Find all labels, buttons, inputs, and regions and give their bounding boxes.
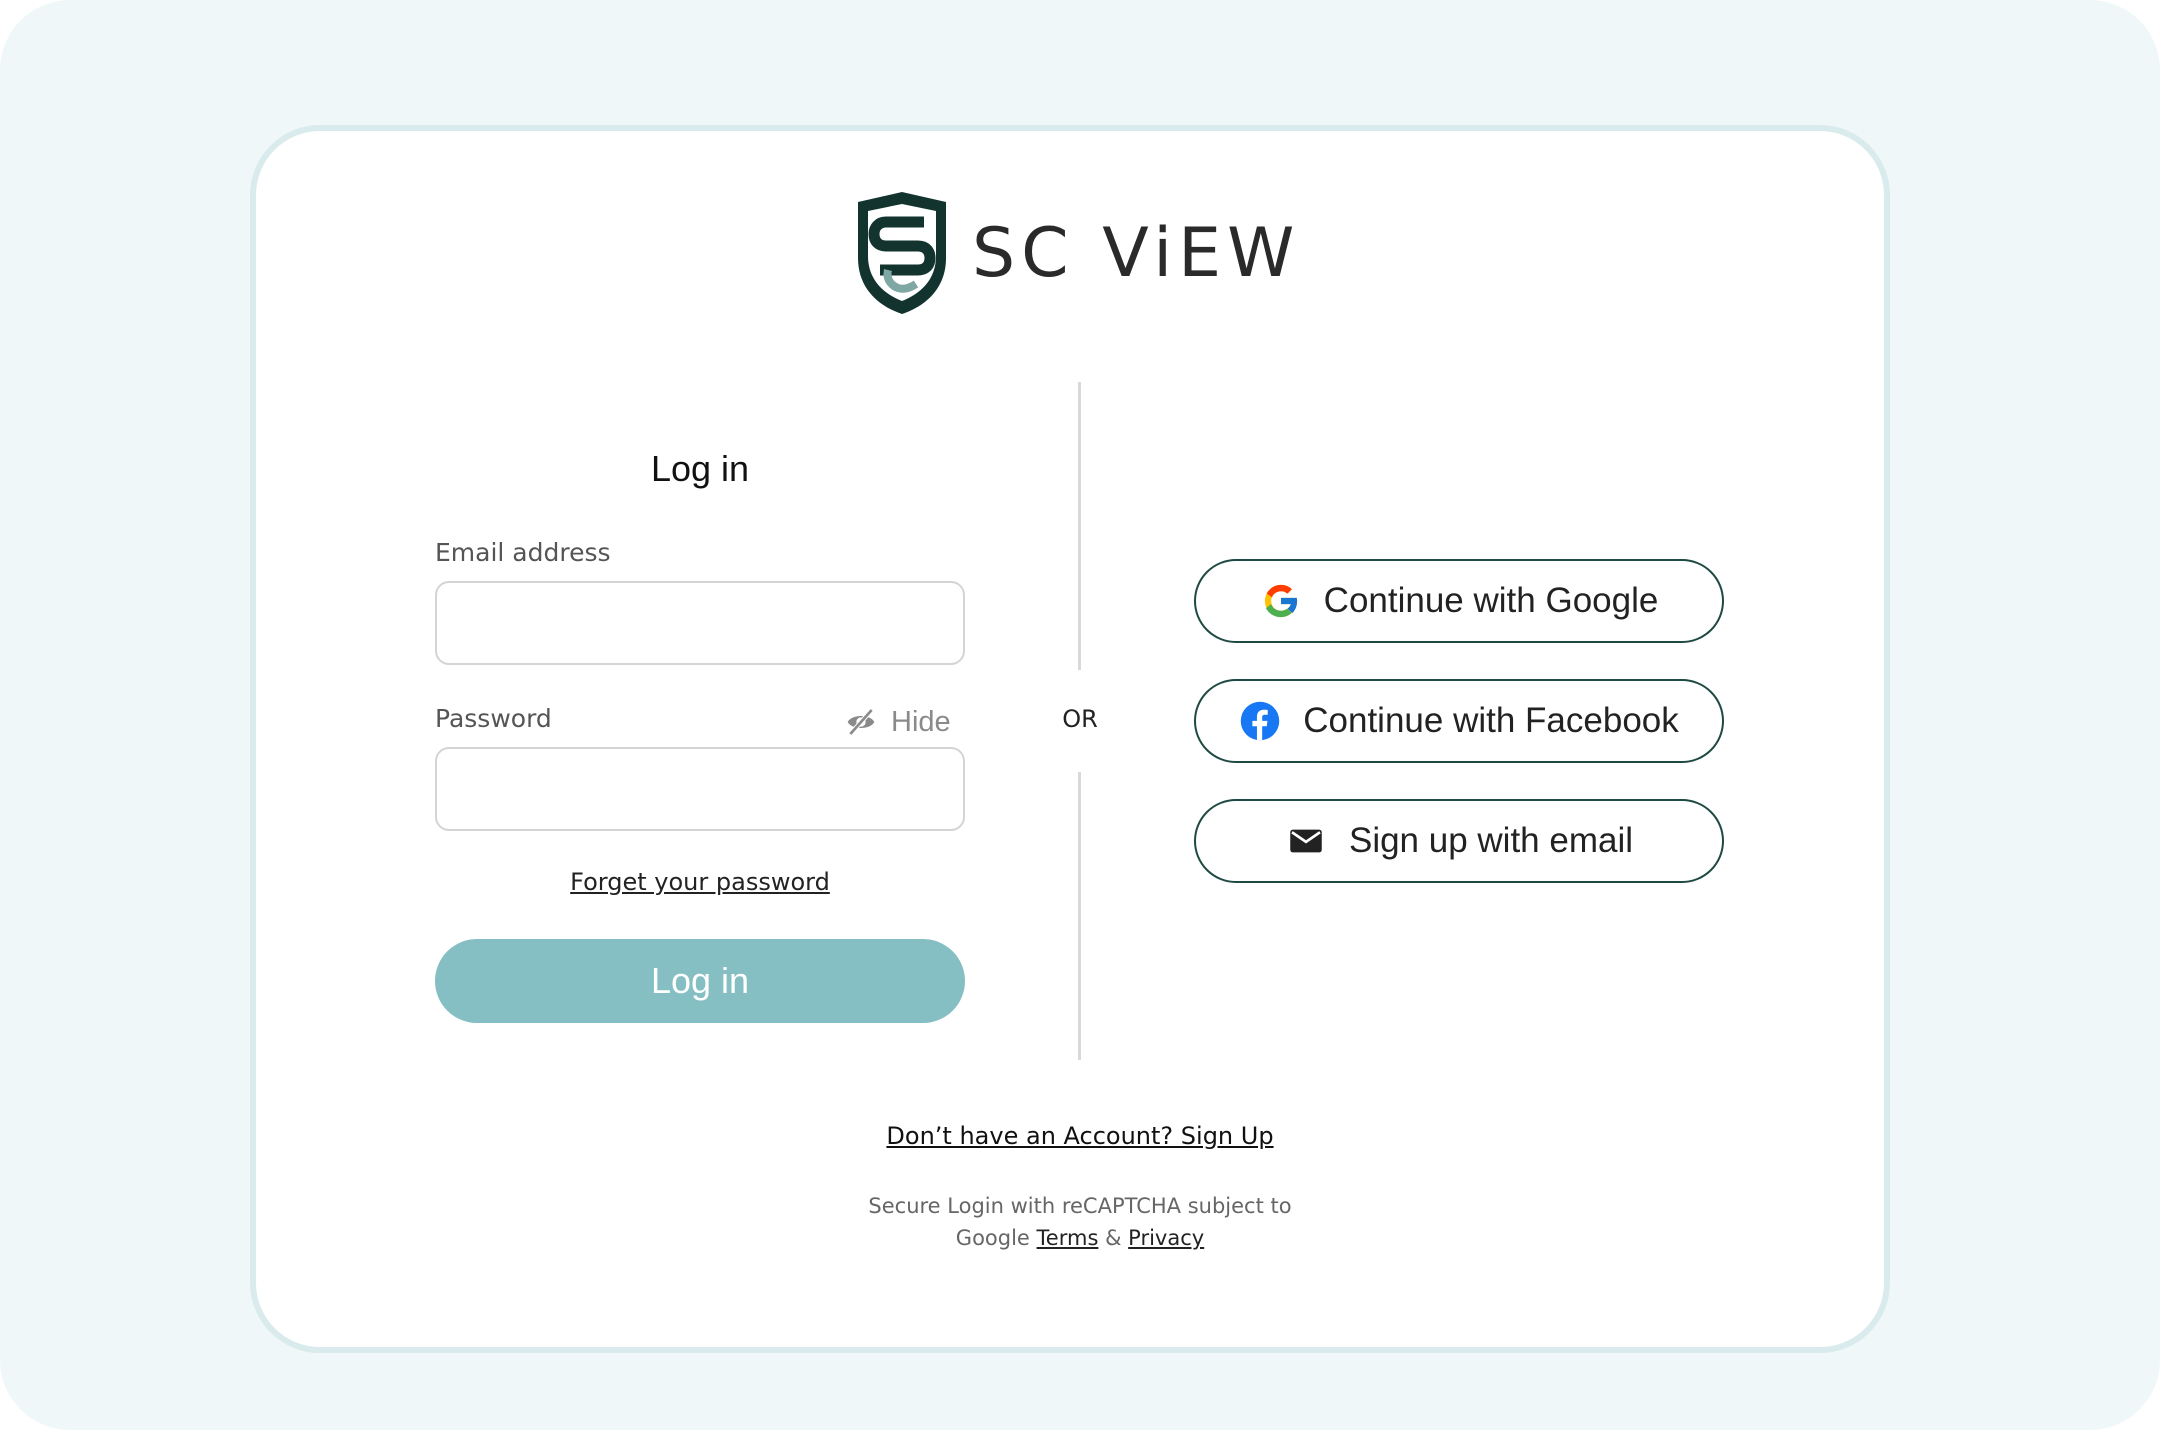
email-button-label: Sign up with email — [1348, 821, 1634, 860]
page-background: SC ViEW Log in Email address Password Hi… — [0, 0, 2160, 1430]
email-label: Email address — [435, 538, 611, 567]
hide-label: Hide — [891, 705, 951, 738]
brand-logo: SC ViEW — [852, 188, 1300, 318]
divider-bottom — [1078, 772, 1081, 1060]
facebook-icon — [1241, 701, 1280, 741]
google-g-icon — [1264, 584, 1298, 618]
login-title: Log in — [650, 448, 750, 489]
hide-password-toggle[interactable]: Hide — [845, 702, 951, 742]
recaptcha-line-2: Google Terms & Privacy — [700, 1222, 1460, 1254]
sign-up-link-text: Don’t have an Account? Sign Up — [886, 1122, 1274, 1150]
ampersand: & — [1105, 1226, 1122, 1250]
email-field[interactable] — [435, 581, 965, 665]
password-field[interactable] — [435, 747, 965, 831]
login-button[interactable]: Log in — [435, 939, 965, 1023]
brand-wordmark: SC ViEW — [972, 213, 1301, 293]
continue-with-facebook-button[interactable]: Continue with Facebook — [1194, 679, 1724, 763]
forgot-password-link[interactable]: Forget your password — [435, 868, 965, 896]
divider-top — [1078, 382, 1081, 670]
privacy-link[interactable]: Privacy — [1128, 1226, 1204, 1250]
envelope-icon — [1290, 829, 1322, 853]
or-label: OR — [1062, 705, 1098, 733]
recaptcha-notice: Secure Login with reCAPTCHA subject to G… — [700, 1190, 1460, 1254]
eye-slash-icon — [847, 708, 875, 736]
google-button-label: Continue with Google — [1323, 581, 1659, 620]
sign-up-link[interactable]: Don’t have an Account? Sign Up — [700, 1122, 1460, 1150]
recaptcha-line-1: Secure Login with reCAPTCHA subject to — [868, 1194, 1292, 1218]
continue-with-google-button[interactable]: Continue with Google — [1194, 559, 1724, 643]
sign-up-with-email-button[interactable]: Sign up with email — [1194, 799, 1724, 883]
recaptcha-google-text: Google — [955, 1226, 1030, 1250]
password-label: Password — [435, 704, 552, 733]
facebook-button-label: Continue with Facebook — [1303, 701, 1679, 740]
terms-link[interactable]: Terms — [1037, 1226, 1099, 1250]
shield-logo-icon — [858, 192, 946, 314]
